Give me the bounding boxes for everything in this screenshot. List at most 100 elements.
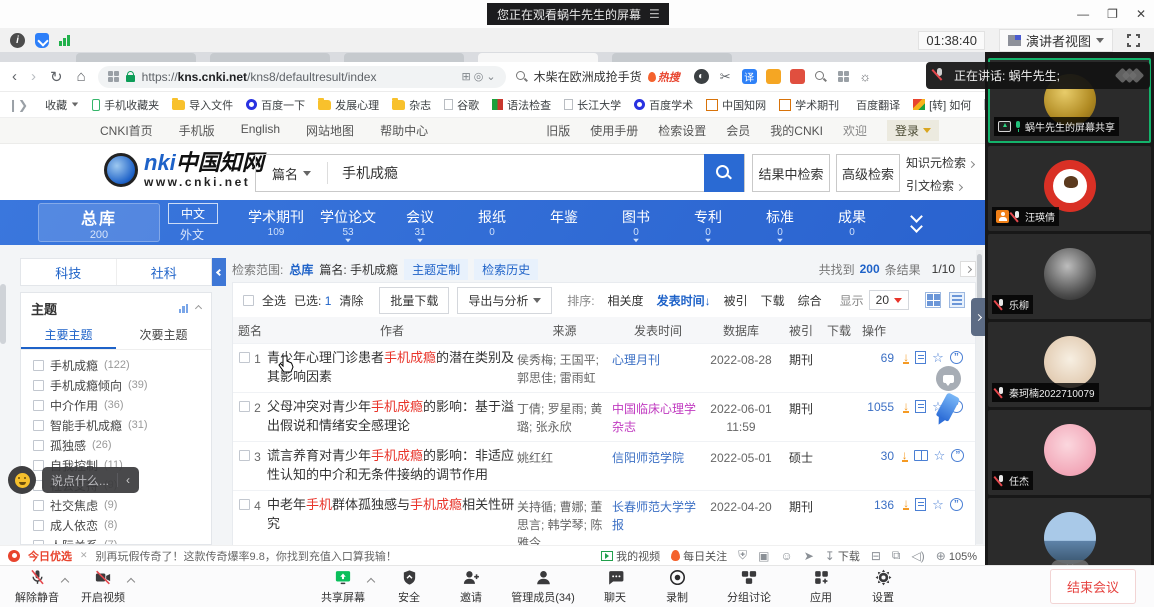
window-tool-icon[interactable]: ⧉ [892,548,901,563]
advanced-search-button[interactable]: 高级检索 [836,154,900,192]
browser-tab[interactable] [612,53,732,62]
open-right-panel-tab[interactable] [971,298,985,336]
toolbar-button-members[interactable]: 管理成员(34) [502,569,584,605]
toolbar-button-mic-muted[interactable]: 解除静音 [6,569,68,605]
hot-search-suggestion[interactable]: 木柴在欧洲成抢手货 热搜 [516,68,680,85]
bookmark-item[interactable]: 语法检查 [492,97,551,113]
database-section-tab[interactable]: 专利 0 [672,200,744,245]
bookmark-item[interactable]: 导入文件 [172,97,233,113]
network-signal-icon[interactable] [59,34,70,46]
translate-extension-icon[interactable]: 译 [742,69,757,84]
paper-title-link[interactable]: 青少年心理门诊患者手机成瘾的潜在类别及其影响因素 [267,349,517,387]
bookmark-item[interactable]: 发展心理 [318,97,379,113]
database-section-tab[interactable]: 成果 0 [816,200,888,245]
feedback-bubble-button[interactable] [936,366,961,391]
tab-science[interactable]: 科技 [21,259,117,285]
download-icon[interactable]: ↓ [903,401,909,413]
info-icon[interactable]: i [10,33,25,48]
bookmark-item[interactable]: 谷歌 [444,97,479,113]
collapse-chat-icon[interactable]: ‹ [126,473,130,487]
toolbar-button-breakout[interactable]: 分组讨论 [708,569,790,605]
database-section-tab[interactable]: 学术期刊 109 [240,200,312,245]
reload-icon[interactable]: ↻ [50,68,63,86]
settings-sun-icon[interactable]: ☼ [858,69,873,84]
participant-tile[interactable]: 任杰 [988,410,1151,495]
shield-extension-icon[interactable] [766,69,781,84]
ad-brand-label[interactable]: 今日优选 [28,548,72,564]
paper-source-link[interactable]: 中国临床心理学杂志 [612,398,704,436]
toolbar-button-security-shield[interactable]: 安全 [378,569,440,605]
extensions-grid-icon[interactable] [838,71,849,82]
database-section-tab[interactable]: 图书 0 [600,200,672,245]
screenshot-tool-icon[interactable]: ▣ [758,549,769,563]
address-bar-actions[interactable]: ⊞ ◎ ⌄ [461,70,495,83]
search-history-button[interactable]: 检索历史 [474,259,538,280]
paper-source-link[interactable]: 心理月刊 [612,349,704,369]
paper-title-link[interactable]: 谎言养育对青少年手机成瘾的影响：非适应性认知的中介和无条件接纳的调节作用 [267,447,517,485]
browser-tab[interactable] [76,53,196,62]
toolbar-button-settings[interactable]: 设置 [852,569,914,605]
bookmark-item[interactable]: 百度一下 [246,97,305,113]
paper-authors[interactable]: 姚红红 [517,447,612,467]
topic-checkbox[interactable] [33,380,44,391]
topic-checkbox[interactable] [33,440,44,451]
zoom-level[interactable]: ⊕ 105% [936,549,977,563]
result-row[interactable]: 3 谎言养育对青少年手机成瘾的影响：非适应性认知的中介和无条件接纳的调节作用 姚… [233,441,975,490]
tab-foreign[interactable]: 外文 [168,224,218,245]
paper-authors[interactable]: 丁倩; 罗星雨; 黄璐; 张永欣 [517,398,612,436]
game-extension-icon[interactable] [790,69,805,84]
topic-filter-item[interactable]: 手机成瘾 (122) [33,355,211,375]
search-input[interactable]: 手机成瘾 [328,163,704,183]
nav-link[interactable]: 我的CNKI [770,122,823,139]
search-field-select[interactable]: 篇名 [256,162,328,184]
home-icon[interactable]: ⌂ [77,68,86,85]
search-in-results-button[interactable]: 结果中检索 [752,154,830,192]
topic-filter-item[interactable]: 中介作用 (36) [33,395,211,415]
paper-source-link[interactable]: 长春师范大学学报 [612,496,704,534]
forward-icon[interactable]: › [31,68,36,85]
next-page-button[interactable] [960,261,976,277]
end-meeting-button[interactable]: 结束会议 [1050,569,1136,604]
topic-filter-item[interactable]: 人际关系 (7) [33,535,211,545]
nav-link[interactable]: English [241,122,280,139]
toolbar-button-invite[interactable]: 邀请 [440,569,502,605]
banner-menu-icon[interactable]: ☰ [649,7,659,21]
download-tool-button[interactable]: ↧下载 [825,548,860,564]
read-icon[interactable] [914,450,928,461]
database-section-tab[interactable]: 会议 31 [384,200,456,245]
participant-tile[interactable]: 乐柳 [988,234,1151,319]
display-count-select[interactable]: 20 [869,290,909,310]
tab-minor-topics[interactable]: 次要主题 [116,322,211,349]
batch-download-button[interactable]: 批量下载 [379,287,449,314]
export-analyze-button[interactable]: 导出与分析 [457,287,552,314]
sort-option[interactable]: 下载 [761,292,785,309]
emoji-tool-icon[interactable]: ☺ [780,549,792,563]
toolbar-button-chat[interactable]: 聊天 [584,569,646,605]
protect-shield-icon[interactable] [35,33,49,48]
download-icon[interactable]: ↓ [903,352,909,364]
emoji-button[interactable] [8,466,36,494]
participant-tile[interactable] [988,498,1151,565]
volume-icon[interactable]: ◁) [912,549,925,563]
list-view-icon[interactable] [949,292,965,308]
minimize-button[interactable]: — [1077,7,1089,21]
database-section-tab[interactable]: 年鉴 [528,200,600,245]
nav-link[interactable]: 会员 [726,122,750,139]
nav-link[interactable]: 手机版 [179,122,215,139]
sort-option[interactable]: 综合 [798,292,822,309]
cite-quote-icon[interactable]: ” [950,351,963,364]
scissors-extension-icon[interactable]: ✂ [718,69,733,84]
clear-selection-button[interactable]: 清除 [339,292,363,309]
database-section-tab[interactable]: 报纸 0 [456,200,528,245]
bookmark-item[interactable]: 长江大学 [564,97,621,113]
browser-tab-active[interactable] [478,53,598,62]
topic-custom-button[interactable]: 主题定制 [404,259,468,280]
result-row[interactable]: 1 青少年心理门诊患者手机成瘾的潜在类别及其影响因素 侯秀梅; 王国平; 郭思佳… [233,343,975,392]
result-row[interactable]: 4 中老年手机群体孤独感与手机成瘾相关性研究 关持循; 曹娜; 董思言; 韩学琴… [233,490,975,547]
url-text[interactable]: https://kns.cnki.net/kns8/defaultresult/… [142,70,377,84]
nav-link[interactable]: 网站地图 [306,122,354,139]
bookmark-item[interactable]: 百度翻译 [852,97,900,113]
apps-grid-icon[interactable] [108,71,119,82]
download-icon[interactable]: ↓ [903,498,909,510]
browser-tab[interactable] [210,53,330,62]
